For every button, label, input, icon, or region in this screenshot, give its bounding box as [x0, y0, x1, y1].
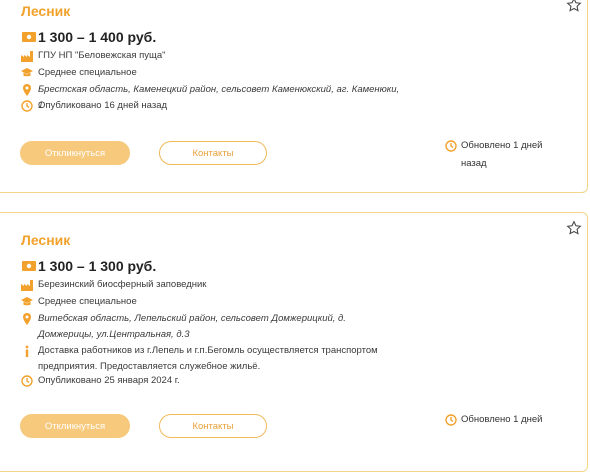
vacancy-card: Лесник 1 300 – 1 300 руб. Березинский би…	[0, 212, 588, 472]
published-text: Опубликовано 16 дней назад	[38, 100, 168, 111]
published-row: Опубликовано 25 января 2024 г.	[21, 373, 401, 389]
location-pin-icon	[23, 313, 31, 325]
education-row: Среднее специальное	[21, 65, 401, 81]
star-icon[interactable]	[566, 0, 582, 13]
education-text: Среднее специальное	[38, 67, 137, 78]
address-row: Витебская область, Лепельский район, сел…	[21, 311, 396, 343]
info-icon	[25, 345, 29, 357]
location-pin-icon	[23, 84, 31, 96]
employer-row: Березинский биосферный заповедник	[21, 277, 401, 293]
graduation-cap-icon	[21, 68, 33, 77]
published-text: Опубликовано 25 января 2024 г.	[38, 375, 180, 386]
vacancy-title[interactable]: Лесник	[21, 3, 70, 19]
clock-icon	[445, 140, 457, 152]
star-icon[interactable]	[566, 220, 582, 236]
clock-icon	[445, 414, 457, 426]
info-row: Доставка работников из г.Лепель и г.п.Бе…	[21, 343, 396, 375]
salary-text: 1 300 – 1 300 руб.	[38, 258, 157, 274]
apply-button[interactable]: Откликнуться	[20, 141, 130, 165]
updated-text: Обновлено 1 дней назад	[461, 140, 543, 169]
updated-text: Обновлено 1 дней	[461, 414, 543, 425]
money-icon	[22, 261, 36, 271]
salary-text: 1 300 – 1 400 руб.	[38, 29, 157, 45]
factory-icon	[21, 280, 33, 291]
money-icon	[22, 32, 36, 42]
address-text: Витебская область, Лепельский район, сел…	[38, 313, 346, 340]
employer-name[interactable]: ГПУ НП "Беловежская пуща"	[38, 48, 166, 64]
published-row: Опубликовано 16 дней назад	[21, 98, 401, 114]
graduation-cap-icon	[21, 297, 33, 306]
apply-button[interactable]: Откликнуться	[20, 414, 130, 438]
clock-icon	[21, 375, 33, 387]
salary: 1 300 – 1 300 руб.	[22, 258, 156, 274]
vacancy-title[interactable]: Лесник	[21, 232, 70, 248]
contacts-button[interactable]: Контакты	[159, 141, 267, 165]
updated-info: Обновлено 1 дней назад	[445, 137, 565, 173]
updated-info: Обновлено 1 дней	[445, 411, 565, 429]
employer-name[interactable]: Березинский биосферный заповедник	[38, 277, 206, 293]
salary: 1 300 – 1 400 руб.	[22, 29, 156, 45]
vacancy-card: Лесник 1 300 – 1 400 руб. ГПУ НП "Белове…	[0, 0, 588, 193]
employer-row: ГПУ НП "Беловежская пуща"	[21, 48, 401, 64]
education-text: Среднее специальное	[38, 296, 137, 307]
factory-icon	[21, 51, 33, 62]
info-text: Доставка работников из г.Лепель и г.п.Бе…	[38, 345, 378, 372]
contacts-button[interactable]: Контакты	[159, 414, 267, 438]
education-row: Среднее специальное	[21, 294, 401, 310]
clock-icon	[21, 100, 33, 112]
